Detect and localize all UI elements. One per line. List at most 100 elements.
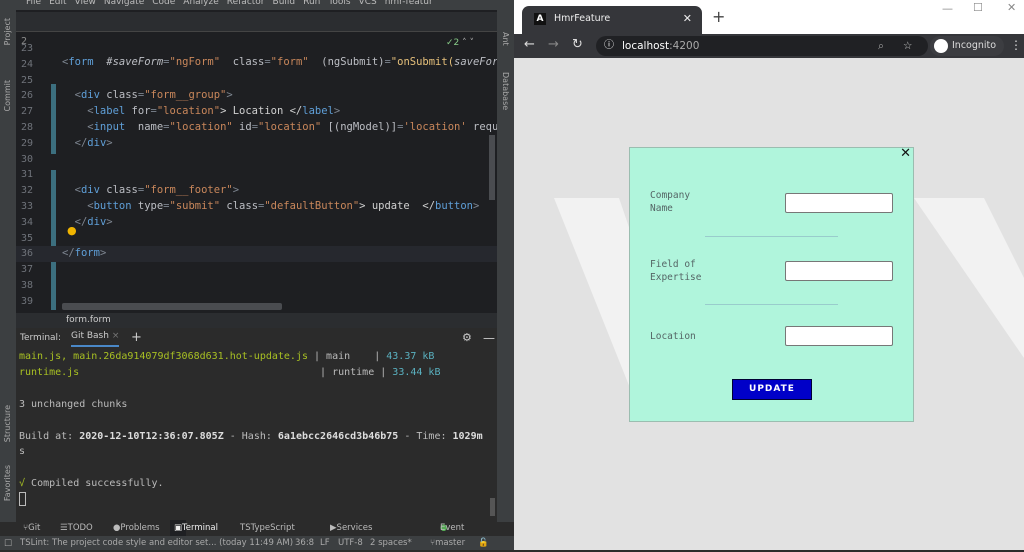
lightbulb-icon[interactable]: ● [67, 224, 77, 237]
status-message[interactable]: TSLint: The project code style and edito… [20, 536, 293, 550]
menu-bar: File Edit View Navigate Code Analyze Refactor B… [0, 0, 514, 10]
add-tab-icon[interactable]: + [131, 328, 142, 348]
tool-problems[interactable]: ● Problems [113, 520, 160, 536]
lock-icon[interactable]: 🔓 [478, 536, 489, 550]
status-icon[interactable]: □ [4, 536, 12, 550]
code-line[interactable]: 38 [16, 278, 497, 294]
tool-structure[interactable]: Structure [3, 405, 12, 442]
code-line[interactable]: 30 [16, 152, 497, 168]
sticky-header-line[interactable]: 2 <form #saveForm="ngForm" class="form" … [16, 12, 497, 68]
terminal-line: main.js, main.26da914079df3068d631.hot-u… [19, 351, 435, 362]
code-line[interactable]: 28 <input name="location" id="location" … [16, 120, 497, 136]
page-content: ✕ Company Name Field of Expertise Locati… [514, 58, 1024, 550]
caret-position[interactable]: 36:8 [295, 536, 314, 550]
tool-terminal[interactable]: ▣ Terminal [170, 520, 218, 536]
location-input[interactable] [785, 326, 893, 346]
code-token: class [220, 56, 265, 68]
back-icon[interactable]: ← [524, 37, 535, 52]
zoom-icon[interactable]: ⌕ [878, 36, 884, 56]
code-line[interactable]: 31 [16, 167, 497, 183]
code-token: label [93, 105, 132, 118]
breadcrumb[interactable]: form.form [16, 313, 497, 328]
tool-favorites[interactable]: Favorites [3, 465, 12, 501]
code-line[interactable]: 36 </form> [16, 246, 497, 263]
gear-icon[interactable]: ⚙ [462, 328, 472, 348]
terminal-line: s [19, 446, 26, 457]
code-token: saveForm [454, 56, 497, 68]
company-name-input[interactable] [785, 193, 893, 213]
tool-project[interactable]: Project [3, 18, 12, 45]
code-line[interactable]: 32 <div class="form__footer"> [16, 183, 497, 199]
forward-icon[interactable]: → [548, 37, 559, 52]
maximize-window-icon[interactable]: ☐ [973, 1, 983, 14]
tab-git-bash[interactable]: Git Bash × [71, 328, 120, 347]
code-line[interactable]: 29 </div> [16, 136, 497, 152]
inspection-widget[interactable]: ✓2 ˄ ˅ [446, 38, 474, 48]
tool-git[interactable]: ⑂ Git [23, 520, 40, 536]
update-button[interactable]: UPDATE [732, 379, 812, 400]
menu-item[interactable]: hmr-featur [385, 0, 433, 7]
vertical-scrollbar[interactable] [489, 135, 495, 200]
new-tab-icon[interactable]: + [712, 7, 725, 26]
code-token: < [62, 120, 94, 133]
code-editor[interactable]: 23242526 <div class="form__group">27 <la… [16, 10, 497, 313]
encoding[interactable]: UTF-8 [338, 536, 363, 550]
line-number: 39 [21, 295, 34, 307]
address-bar[interactable]: ⓘ localhost:4200 ⌕ ☆ [596, 36, 928, 56]
code-line[interactable]: 26 <div class="form__group"> [16, 88, 497, 104]
close-tab-icon[interactable]: ✕ [683, 6, 692, 32]
menu-item[interactable]: Analyze [183, 0, 218, 7]
code-token: < [62, 184, 81, 197]
terminal-scrollbar[interactable] [490, 498, 495, 516]
indent[interactable]: 2 spaces* [370, 536, 412, 550]
menu-item[interactable]: View [75, 0, 96, 7]
terminal-output[interactable]: main.js, main.26da914079df3068d631.hot-u… [16, 350, 497, 520]
menu-item[interactable]: Refactor [227, 0, 265, 7]
line-separator[interactable]: LF [320, 536, 330, 550]
left-tool-strip: Project Commit Structure Favorites [0, 10, 16, 522]
menu-item[interactable]: File [26, 0, 41, 7]
code-token: < [62, 105, 94, 118]
code-token: require [473, 120, 497, 133]
browser-toolbar: ← → ↻ ⓘ localhost:4200 ⌕ ☆ Incognito ⋮ [514, 34, 1024, 58]
code-line[interactable]: 33 <button type="submit" class="defaultB… [16, 199, 497, 215]
tool-todo[interactable]: ☰ TODO [60, 520, 93, 536]
info-icon: ⓘ [604, 40, 614, 51]
incognito-profile-button[interactable]: Incognito [930, 36, 1005, 56]
menu-item[interactable]: VCS [359, 0, 377, 7]
menu-item[interactable]: Code [152, 0, 175, 7]
tool-typescript[interactable]: TS TypeScript 4.0.5 [240, 520, 295, 549]
tool-commit[interactable]: Commit [3, 80, 12, 111]
code-line[interactable]: 34 </div> [16, 215, 497, 231]
menu-item[interactable]: Edit [49, 0, 66, 7]
menu-item[interactable]: Run [303, 0, 320, 7]
code-lines: 23242526 <div class="form__group">27 <la… [16, 41, 497, 313]
minimize-window-icon[interactable]: — [942, 2, 953, 15]
code-token: for [131, 105, 151, 118]
line-number: 2 [21, 36, 28, 47]
line-number: 33 [21, 200, 34, 212]
angular-favicon-icon: A [534, 13, 546, 25]
reload-icon[interactable]: ↻ [572, 37, 583, 52]
line-number: 32 [21, 185, 34, 197]
menu-item[interactable]: Build [273, 0, 296, 7]
minimize-icon[interactable]: — [483, 328, 495, 348]
code-line[interactable]: 27 <label for="location"> Location </lab… [16, 104, 497, 120]
close-icon[interactable]: × [112, 331, 120, 341]
tool-ant[interactable]: Ant [501, 32, 510, 46]
menu-item[interactable]: Tools [328, 0, 350, 7]
close-window-icon[interactable]: ✕ [1007, 1, 1016, 14]
code-line[interactable]: 37 [16, 262, 497, 278]
horizontal-scrollbar[interactable] [62, 303, 282, 310]
code-line[interactable]: 25 [16, 73, 497, 89]
bookmark-star-icon[interactable]: ☆ [903, 36, 912, 56]
menu-kebab-icon[interactable]: ⋮ [1010, 38, 1022, 52]
field-of-expertise-input[interactable] [785, 261, 893, 281]
menu-item[interactable]: Navigate [104, 0, 144, 7]
git-branch[interactable]: ⑂ master [430, 536, 465, 550]
tool-services[interactable]: ▶ Services [330, 520, 372, 536]
browser-tab[interactable]: A HmrFeature ✕ [522, 6, 702, 34]
close-modal-icon[interactable]: ✕ [900, 146, 911, 161]
code-line[interactable]: 35 [16, 231, 497, 247]
tool-database[interactable]: Database [501, 72, 510, 110]
